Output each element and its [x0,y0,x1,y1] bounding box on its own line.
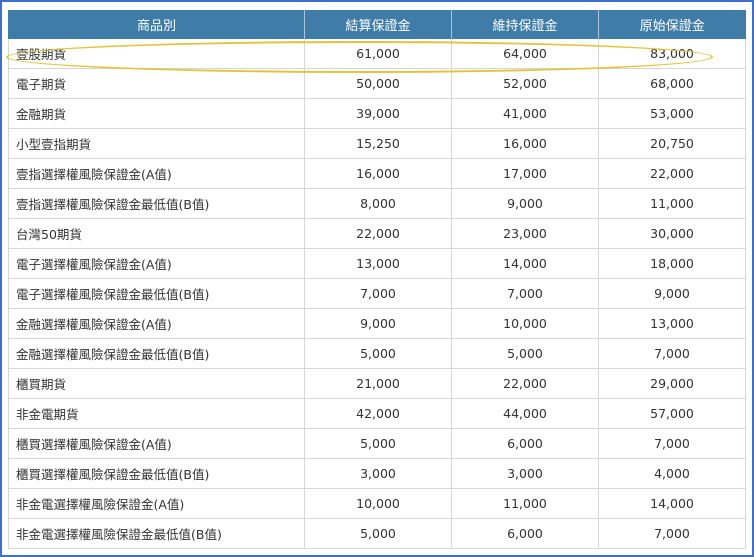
header-maintenance-margin: 維持保證金 [451,10,599,39]
table-row: 電子期貨 50,000 52,000 68,000 [8,68,746,99]
settlement-margin-cell: 3,000 [304,458,452,489]
maintenance-margin-cell: 23,000 [451,218,599,249]
maintenance-margin-cell: 9,000 [451,188,599,219]
table-row: 非金電選擇權風險保證金最低值(B值) 5,000 6,000 7,000 [8,518,746,549]
table-row: 台灣50期貨 22,000 23,000 30,000 [8,218,746,249]
header-initial-margin: 原始保證金 [598,10,746,39]
maintenance-margin-cell: 14,000 [451,248,599,279]
initial-margin-cell: 7,000 [598,338,746,369]
settlement-margin-cell: 50,000 [304,68,452,99]
settlement-margin-cell: 13,000 [304,248,452,279]
settlement-margin-cell: 5,000 [304,338,452,369]
settlement-margin-cell: 9,000 [304,308,452,339]
product-cell: 電子期貨 [8,68,305,99]
initial-margin-cell: 13,000 [598,308,746,339]
maintenance-margin-cell: 52,000 [451,68,599,99]
table-row: 非金電選擇權風險保證金(A值) 10,000 11,000 14,000 [8,488,746,519]
settlement-margin-cell: 8,000 [304,188,452,219]
initial-margin-cell: 57,000 [598,398,746,429]
maintenance-margin-cell: 64,000 [451,39,599,69]
maintenance-margin-cell: 6,000 [451,428,599,459]
table-row: 電子選擇權風險保證金(A值) 13,000 14,000 18,000 [8,248,746,279]
settlement-margin-cell: 5,000 [304,428,452,459]
maintenance-margin-cell: 7,000 [451,278,599,309]
settlement-margin-cell: 61,000 [304,39,452,69]
settlement-margin-cell: 7,000 [304,278,452,309]
product-cell: 小型壹指期貨 [8,128,305,159]
settlement-margin-cell: 10,000 [304,488,452,519]
table-row: 櫃買選擇權風險保證金最低值(B值) 3,000 3,000 4,000 [8,458,746,489]
maintenance-margin-cell: 3,000 [451,458,599,489]
maintenance-margin-cell: 17,000 [451,158,599,189]
settlement-margin-cell: 15,250 [304,128,452,159]
initial-margin-cell: 83,000 [598,39,746,69]
settlement-margin-cell: 5,000 [304,518,452,549]
initial-margin-cell: 20,750 [598,128,746,159]
maintenance-margin-cell: 22,000 [451,368,599,399]
table-row: 壹股期貨 61,000 64,000 83,000 [8,39,746,69]
maintenance-margin-cell: 16,000 [451,128,599,159]
product-cell: 非金電期貨 [8,398,305,429]
maintenance-margin-cell: 6,000 [451,518,599,549]
initial-margin-cell: 9,000 [598,278,746,309]
maintenance-margin-cell: 44,000 [451,398,599,429]
product-cell: 櫃買選擇權風險保證金最低值(B值) [8,458,305,489]
initial-margin-cell: 7,000 [598,518,746,549]
settlement-margin-cell: 22,000 [304,218,452,249]
initial-margin-cell: 7,000 [598,428,746,459]
product-cell: 電子選擇權風險保證金最低值(B值) [8,278,305,309]
settlement-margin-cell: 42,000 [304,398,452,429]
initial-margin-cell: 29,000 [598,368,746,399]
screenshot-frame: 商品別 結算保證金 維持保證金 原始保證金 壹股期貨 61,000 64,000 83… [0,0,754,557]
product-cell: 壹指選擇權風險保證金最低值(B值) [8,188,305,219]
maintenance-margin-cell: 11,000 [451,488,599,519]
maintenance-margin-cell: 41,000 [451,98,599,129]
margin-table: 商品別 結算保證金 維持保證金 原始保證金 壹股期貨 61,000 64,000 83… [8,10,746,549]
product-cell: 電子選擇權風險保證金(A值) [8,248,305,279]
table-header-row: 商品別 結算保證金 維持保證金 原始保證金 [8,10,746,39]
settlement-margin-cell: 21,000 [304,368,452,399]
product-cell: 金融期貨 [8,98,305,129]
header-product: 商品別 [8,10,305,39]
product-cell: 金融選擇權風險保證金最低值(B值) [8,338,305,369]
product-cell: 非金電選擇權風險保證金最低值(B值) [8,518,305,549]
table-row: 櫃買期貨 21,000 22,000 29,000 [8,368,746,399]
initial-margin-cell: 30,000 [598,218,746,249]
product-cell: 櫃買期貨 [8,368,305,399]
maintenance-margin-cell: 10,000 [451,308,599,339]
product-cell: 金融選擇權風險保證金(A值) [8,308,305,339]
settlement-margin-cell: 16,000 [304,158,452,189]
table-row: 非金電期貨 42,000 44,000 57,000 [8,398,746,429]
initial-margin-cell: 22,000 [598,158,746,189]
table-row: 櫃買選擇權風險保證金(A值) 5,000 6,000 7,000 [8,428,746,459]
initial-margin-cell: 4,000 [598,458,746,489]
initial-margin-cell: 68,000 [598,68,746,99]
product-cell: 櫃買選擇權風險保證金(A值) [8,428,305,459]
initial-margin-cell: 18,000 [598,248,746,279]
product-cell: 壹股期貨 [8,39,305,69]
initial-margin-cell: 53,000 [598,98,746,129]
initial-margin-cell: 11,000 [598,188,746,219]
header-settlement-margin: 結算保證金 [304,10,452,39]
table-row: 金融期貨 39,000 41,000 53,000 [8,98,746,129]
table-row: 小型壹指期貨 15,250 16,000 20,750 [8,128,746,159]
product-cell: 台灣50期貨 [8,218,305,249]
table-row: 金融選擇權風險保證金(A值) 9,000 10,000 13,000 [8,308,746,339]
table-row: 壹指選擇權風險保證金(A值) 16,000 17,000 22,000 [8,158,746,189]
table-row: 金融選擇權風險保證金最低值(B值) 5,000 5,000 7,000 [8,338,746,369]
table-row: 壹指選擇權風險保證金最低值(B值) 8,000 9,000 11,000 [8,188,746,219]
settlement-margin-cell: 39,000 [304,98,452,129]
product-cell: 非金電選擇權風險保證金(A值) [8,488,305,519]
table-row: 電子選擇權風險保證金最低值(B值) 7,000 7,000 9,000 [8,278,746,309]
maintenance-margin-cell: 5,000 [451,338,599,369]
initial-margin-cell: 14,000 [598,488,746,519]
table-body: 壹股期貨 61,000 64,000 83,000 電子期貨 50,000 52,000 68… [8,39,746,549]
product-cell: 壹指選擇權風險保證金(A值) [8,158,305,189]
